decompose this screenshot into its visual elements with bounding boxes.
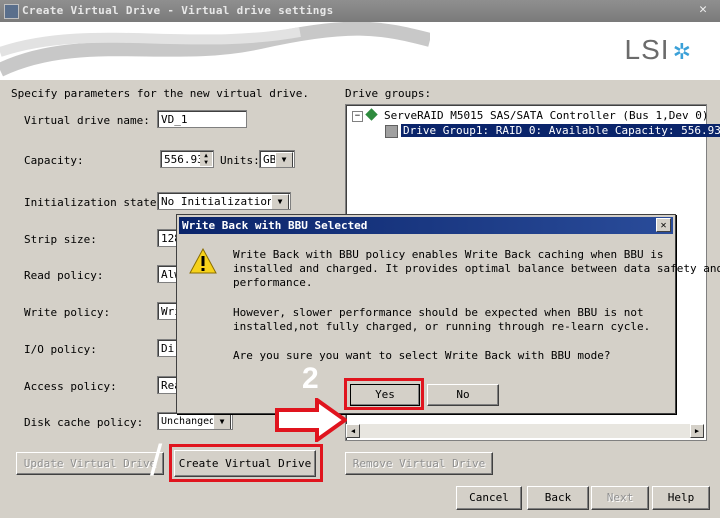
drive-groups-label: Drive groups:	[345, 87, 432, 100]
dialog-title: Write Back with BBU Selected ✕	[179, 217, 673, 234]
logo-text: LSI	[624, 34, 670, 65]
lsi-logo: LSI ✲	[625, 34, 692, 66]
yes-highlight-box	[344, 378, 424, 410]
window-title: Create Virtual Drive - Virtual drive set…	[22, 4, 334, 17]
form-heading: Specify parameters for the new virtual d…	[11, 87, 310, 100]
init-state-label: Initialization state:	[24, 196, 164, 209]
capacity-label: Capacity:	[24, 154, 84, 167]
lsi-star-icon: ✲	[672, 39, 692, 64]
access-policy-label: Access policy:	[24, 380, 117, 393]
create-highlight-box	[169, 444, 323, 482]
dialog-question: Are you sure you want to select Write Ba…	[233, 349, 611, 362]
help-button[interactable]: Help	[652, 486, 710, 510]
drive-group-icon	[385, 125, 398, 138]
write-policy-label: Write policy:	[24, 306, 111, 319]
strip-size-label: Strip size:	[24, 233, 97, 246]
banner: LSI ✲	[0, 22, 720, 80]
update-virtual-drive-button: Update Virtual Drive	[16, 452, 164, 475]
chevron-down-icon[interactable]: ▼	[271, 194, 289, 209]
init-state-select[interactable]: No Initialization ▼	[157, 192, 291, 210]
scroll-left-icon[interactable]: ◀	[346, 424, 360, 438]
title-bar: Create Virtual Drive - Virtual drive set…	[0, 0, 720, 22]
capacity-spinner-icon[interactable]: ▲ ▼	[200, 152, 212, 166]
io-policy-label: I/O policy:	[24, 343, 97, 356]
disk-cache-label: Disk cache policy:	[24, 416, 144, 429]
init-state-value: No Initialization	[161, 195, 274, 208]
chevron-down-icon[interactable]: ▼	[275, 152, 293, 167]
create-virtual-drive-window: Create Virtual Drive - Virtual drive set…	[0, 0, 720, 518]
step-number-1: /	[150, 436, 163, 485]
close-icon[interactable]: ✕	[696, 3, 710, 17]
dialog-message-1: Write Back with BBU policy enables Write…	[233, 248, 664, 261]
annotation-arrow-icon	[275, 398, 347, 442]
write-back-bbu-dialog: Write Back with BBU Selected ✕ Write Back…	[176, 214, 720, 414]
dialog-message-5: installed,not fully charged, or running …	[233, 320, 651, 333]
disk-cache-select[interactable]: Unchanged ▼	[157, 412, 233, 430]
dialog-message-3: performance.	[233, 276, 313, 289]
dialog-message-2: installed and charged. It provides optim…	[233, 262, 720, 275]
cancel-button[interactable]: Cancel	[456, 486, 522, 510]
collapse-icon[interactable]: −	[352, 111, 363, 122]
back-button[interactable]: Back	[527, 486, 589, 510]
units-select[interactable]: GB ▼	[259, 150, 295, 168]
next-button: Next	[591, 486, 649, 510]
chevron-down-icon[interactable]: ▼	[213, 414, 231, 429]
disk-cache-value: Unchanged	[161, 416, 216, 427]
step-number-2: 2	[302, 362, 319, 395]
capacity-input[interactable]: 556.93 ▲ ▼	[160, 150, 214, 168]
close-icon[interactable]: ✕	[656, 218, 671, 232]
controller-icon	[365, 108, 378, 121]
dialog-message-4: However, slower performance should be ex…	[233, 306, 644, 319]
app-icon	[4, 4, 19, 19]
remove-virtual-drive-button: Remove Virtual Drive	[345, 452, 493, 475]
no-button[interactable]: No	[427, 384, 499, 406]
decorative-swirl	[0, 22, 430, 77]
capacity-value: 556.93	[164, 153, 204, 166]
read-policy-label: Read policy:	[24, 269, 104, 282]
units-label: Units:	[220, 154, 260, 167]
vd-name-label: Virtual drive name:	[24, 114, 150, 127]
tree-drive-group[interactable]: Drive Group1: RAID 0: Available Capacity…	[401, 124, 720, 137]
horizontal-scrollbar[interactable]: ◀ ▶	[346, 424, 704, 438]
tree-controller[interactable]: ServeRAID M5015 SAS/SATA Controller (Bus…	[384, 109, 709, 122]
dialog-title-text: Write Back with BBU Selected	[182, 219, 368, 232]
warning-icon	[189, 248, 217, 274]
vd-name-input[interactable]: VD_1	[157, 110, 247, 128]
scroll-right-icon[interactable]: ▶	[690, 424, 704, 438]
